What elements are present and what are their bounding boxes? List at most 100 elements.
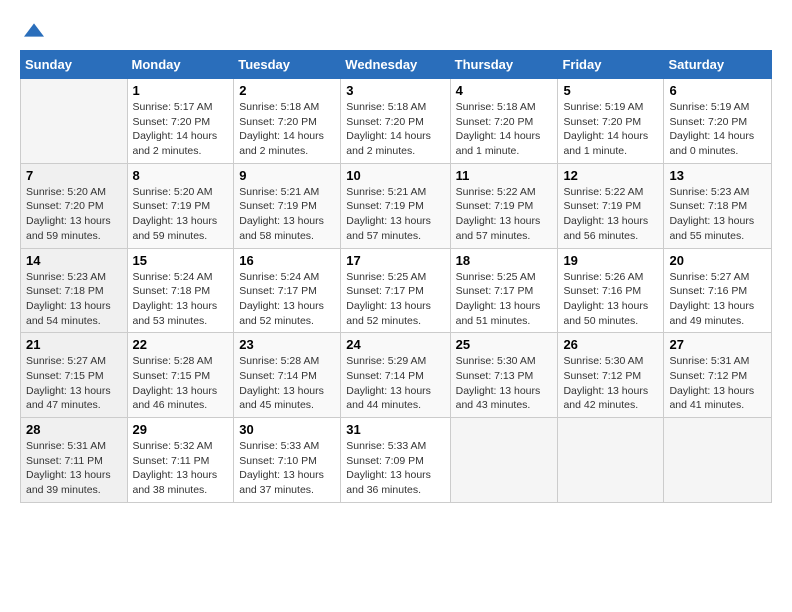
day-number: 24 (346, 337, 444, 352)
day-of-week-header: Monday (127, 51, 234, 79)
day-number: 9 (239, 168, 335, 183)
day-info: Sunrise: 5:24 AM Sunset: 7:18 PM Dayligh… (133, 270, 229, 329)
day-info: Sunrise: 5:27 AM Sunset: 7:15 PM Dayligh… (26, 354, 122, 413)
calendar-week-row: 28Sunrise: 5:31 AM Sunset: 7:11 PM Dayli… (21, 418, 772, 503)
calendar-cell: 5 Sunrise: 5:19 AM Sunset: 7:20 PM Daylig… (558, 79, 664, 164)
calendar-week-row: 21 Sunrise: 5:27 AM Sunset: 7:15 PM Dayli… (21, 333, 772, 418)
day-info: Sunrise: 5:33 AM Sunset: 7:09 PM Dayligh… (346, 439, 444, 498)
calendar-cell: 25 Sunrise: 5:30 AM Sunset: 7:13 PM Dayli… (450, 333, 558, 418)
day-number: 8 (133, 168, 229, 183)
day-number: 6 (669, 83, 766, 98)
day-info: Sunrise: 5:28 AM Sunset: 7:15 PM Dayligh… (133, 354, 229, 413)
calendar-cell: 17Sunrise: 5:25 AM Sunset: 7:17 PM Dayli… (341, 248, 450, 333)
day-number: 18 (456, 253, 553, 268)
day-number: 10 (346, 168, 444, 183)
calendar-cell: 2 Sunrise: 5:18 AM Sunset: 7:20 PM Daylig… (234, 79, 341, 164)
day-number: 2 (239, 83, 335, 98)
calendar-cell: 9Sunrise: 5:21 AM Sunset: 7:19 PM Daylig… (234, 163, 341, 248)
day-info: Sunrise: 5:19 AM Sunset: 7:20 PM Dayligh… (563, 100, 658, 159)
day-info: Sunrise: 5:26 AM Sunset: 7:16 PM Dayligh… (563, 270, 658, 329)
calendar-cell: 3 Sunrise: 5:18 AM Sunset: 7:20 PM Daylig… (341, 79, 450, 164)
day-number: 23 (239, 337, 335, 352)
calendar-cell (664, 418, 772, 503)
day-info: Sunrise: 5:33 AM Sunset: 7:10 PM Dayligh… (239, 439, 335, 498)
day-info: Sunrise: 5:19 AM Sunset: 7:20 PM Dayligh… (669, 100, 766, 159)
day-info: Sunrise: 5:31 AM Sunset: 7:11 PM Dayligh… (26, 439, 122, 498)
calendar-cell: 8 Sunrise: 5:20 AM Sunset: 7:19 PM Daylig… (127, 163, 234, 248)
day-number: 3 (346, 83, 444, 98)
calendar-cell: 20Sunrise: 5:27 AM Sunset: 7:16 PM Dayli… (664, 248, 772, 333)
day-info: Sunrise: 5:18 AM Sunset: 7:20 PM Dayligh… (239, 100, 335, 159)
day-info: Sunrise: 5:29 AM Sunset: 7:14 PM Dayligh… (346, 354, 444, 413)
day-number: 15 (133, 253, 229, 268)
day-number: 12 (563, 168, 658, 183)
day-number: 27 (669, 337, 766, 352)
day-number: 1 (133, 83, 229, 98)
day-info: Sunrise: 5:20 AM Sunset: 7:20 PM Dayligh… (26, 185, 122, 244)
calendar-week-row: 7 Sunrise: 5:20 AM Sunset: 7:20 PM Daylig… (21, 163, 772, 248)
day-number: 19 (563, 253, 658, 268)
day-number: 21 (26, 337, 122, 352)
day-number: 31 (346, 422, 444, 437)
calendar-week-row: 14 Sunrise: 5:23 AM Sunset: 7:18 PM Dayli… (21, 248, 772, 333)
day-info: Sunrise: 5:30 AM Sunset: 7:13 PM Dayligh… (456, 354, 553, 413)
calendar-cell: 29 Sunrise: 5:32 AM Sunset: 7:11 PM Dayli… (127, 418, 234, 503)
day-info: Sunrise: 5:21 AM Sunset: 7:19 PM Dayligh… (346, 185, 444, 244)
calendar-cell: 14 Sunrise: 5:23 AM Sunset: 7:18 PM Dayli… (21, 248, 128, 333)
day-number: 4 (456, 83, 553, 98)
day-info: Sunrise: 5:23 AM Sunset: 7:18 PM Dayligh… (26, 270, 122, 329)
calendar-cell: 7 Sunrise: 5:20 AM Sunset: 7:20 PM Daylig… (21, 163, 128, 248)
calendar-cell (450, 418, 558, 503)
day-number: 17 (346, 253, 444, 268)
day-number: 22 (133, 337, 229, 352)
calendar-cell: 31 Sunrise: 5:33 AM Sunset: 7:09 PM Dayli… (341, 418, 450, 503)
page-header (20, 20, 772, 40)
calendar-cell: 21 Sunrise: 5:27 AM Sunset: 7:15 PM Dayli… (21, 333, 128, 418)
day-number: 11 (456, 168, 553, 183)
day-of-week-header: Thursday (450, 51, 558, 79)
calendar-cell: 27 Sunrise: 5:31 AM Sunset: 7:12 PM Dayli… (664, 333, 772, 418)
day-number: 13 (669, 168, 766, 183)
calendar-cell: 6 Sunrise: 5:19 AM Sunset: 7:20 PM Daylig… (664, 79, 772, 164)
calendar-cell: 23 Sunrise: 5:28 AM Sunset: 7:14 PM Dayli… (234, 333, 341, 418)
day-number: 7 (26, 168, 122, 183)
calendar-cell: 15 Sunrise: 5:24 AM Sunset: 7:18 PM Dayli… (127, 248, 234, 333)
days-header-row: SundayMondayTuesdayWednesdayThursdayFrid… (21, 51, 772, 79)
day-of-week-header: Tuesday (234, 51, 341, 79)
day-info: Sunrise: 5:17 AM Sunset: 7:20 PM Dayligh… (133, 100, 229, 159)
day-info: Sunrise: 5:31 AM Sunset: 7:12 PM Dayligh… (669, 354, 766, 413)
calendar-cell: 4Sunrise: 5:18 AM Sunset: 7:20 PM Daylig… (450, 79, 558, 164)
calendar-cell: 24 Sunrise: 5:29 AM Sunset: 7:14 PM Dayli… (341, 333, 450, 418)
day-info: Sunrise: 5:28 AM Sunset: 7:14 PM Dayligh… (239, 354, 335, 413)
logo-icon (24, 20, 44, 40)
day-info: Sunrise: 5:23 AM Sunset: 7:18 PM Dayligh… (669, 185, 766, 244)
calendar-cell: 30 Sunrise: 5:33 AM Sunset: 7:10 PM Dayli… (234, 418, 341, 503)
day-number: 30 (239, 422, 335, 437)
day-info: Sunrise: 5:22 AM Sunset: 7:19 PM Dayligh… (456, 185, 553, 244)
day-number: 29 (133, 422, 229, 437)
day-number: 5 (563, 83, 658, 98)
day-info: Sunrise: 5:18 AM Sunset: 7:20 PM Dayligh… (346, 100, 444, 159)
day-number: 25 (456, 337, 553, 352)
day-of-week-header: Sunday (21, 51, 128, 79)
day-number: 14 (26, 253, 122, 268)
day-info: Sunrise: 5:27 AM Sunset: 7:16 PM Dayligh… (669, 270, 766, 329)
day-info: Sunrise: 5:20 AM Sunset: 7:19 PM Dayligh… (133, 185, 229, 244)
calendar-cell: 12 Sunrise: 5:22 AM Sunset: 7:19 PM Dayli… (558, 163, 664, 248)
calendar-cell (21, 79, 128, 164)
calendar-cell: 19 Sunrise: 5:26 AM Sunset: 7:16 PM Dayli… (558, 248, 664, 333)
calendar-cell (558, 418, 664, 503)
calendar-week-row: 1 Sunrise: 5:17 AM Sunset: 7:20 PM Daylig… (21, 79, 772, 164)
logo (20, 20, 44, 40)
day-info: Sunrise: 5:22 AM Sunset: 7:19 PM Dayligh… (563, 185, 658, 244)
day-of-week-header: Friday (558, 51, 664, 79)
day-info: Sunrise: 5:24 AM Sunset: 7:17 PM Dayligh… (239, 270, 335, 329)
day-of-week-header: Saturday (664, 51, 772, 79)
calendar-cell: 11 Sunrise: 5:22 AM Sunset: 7:19 PM Dayli… (450, 163, 558, 248)
day-number: 16 (239, 253, 335, 268)
day-number: 26 (563, 337, 658, 352)
day-info: Sunrise: 5:32 AM Sunset: 7:11 PM Dayligh… (133, 439, 229, 498)
day-info: Sunrise: 5:30 AM Sunset: 7:12 PM Dayligh… (563, 354, 658, 413)
calendar-table: SundayMondayTuesdayWednesdayThursdayFrid… (20, 50, 772, 503)
calendar-cell: 22 Sunrise: 5:28 AM Sunset: 7:15 PM Dayli… (127, 333, 234, 418)
